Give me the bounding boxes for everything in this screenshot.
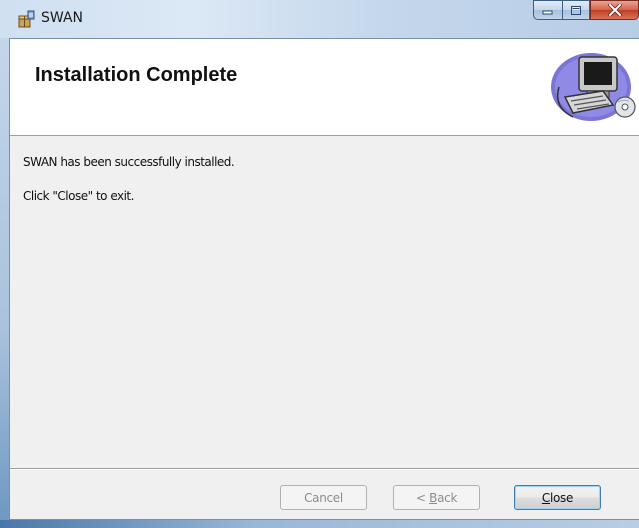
exit-instruction: Click "Close" to exit.: [23, 189, 134, 203]
computer-with-disc-icon: [551, 53, 636, 121]
installer-dialog-content: Installation Complete SWAN has been succ…: [9, 38, 639, 520]
close-button-mnemonic: C: [541, 490, 550, 505]
title-bar[interactable]: SWAN: [0, 0, 639, 38]
back-button[interactable]: < Back: [393, 485, 480, 510]
window-border-bottom: [0, 520, 639, 528]
minimize-icon: [542, 10, 553, 15]
header-banner: Installation Complete: [10, 39, 639, 136]
installer-window: SWAN Installation Complete SWAN has been…: [0, 0, 639, 528]
back-button-mnemonic: B: [429, 490, 438, 505]
minimize-button[interactable]: [533, 0, 562, 20]
installer-package-icon: [18, 10, 35, 28]
window-border-left: [0, 38, 9, 520]
success-message: SWAN has been successfully installed.: [23, 155, 235, 169]
close-icon: [607, 4, 622, 16]
maximize-icon: [571, 5, 581, 15]
close-window-button[interactable]: [590, 0, 639, 20]
close-button-label-rest: lose: [549, 490, 574, 505]
close-button[interactable]: Close: [514, 485, 601, 510]
window-title: SWAN: [41, 10, 84, 26]
cancel-button-label: Cancel: [304, 490, 343, 505]
page-title: Installation Complete: [35, 64, 238, 86]
cancel-button[interactable]: Cancel: [280, 485, 367, 510]
footer-divider: [10, 468, 639, 470]
maximize-button[interactable]: [562, 0, 590, 20]
caption-buttons: [533, 0, 639, 22]
back-button-prefix: <: [415, 490, 430, 505]
back-button-label-rest: ack: [437, 490, 458, 505]
